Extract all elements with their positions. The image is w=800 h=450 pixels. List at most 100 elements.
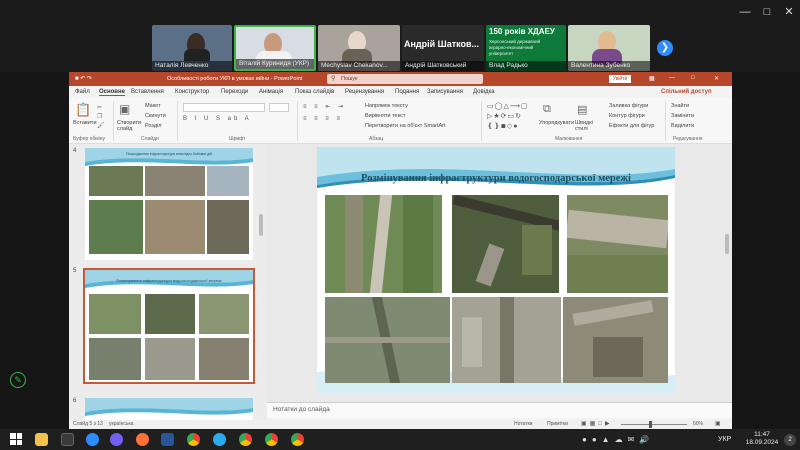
participant-tile-active-speaker[interactable]: Віталій Куринидя (УКР) — [234, 25, 316, 71]
slide-thumb-title: Пошкодження інфраструктури внаслідок бой… — [125, 152, 213, 156]
replace-button[interactable]: Замінити — [671, 113, 694, 119]
arrange-button[interactable]: Упорядкувати — [539, 120, 574, 126]
tab-review[interactable]: Рецензування — [345, 89, 384, 95]
photo-aerial-embankment[interactable] — [567, 195, 668, 293]
shapes-gallery[interactable]: ▭◯△⟶▢ ▷★⟳▭↻ ❴❵◾◇● — [487, 102, 539, 132]
autosave-icon[interactable]: ■ ↶ ↷ — [75, 75, 92, 82]
tray-icons[interactable]: ●●▲☁✉🔊 — [582, 435, 654, 444]
new-slide-icon[interactable]: ▣ — [119, 102, 130, 116]
photo-aerial-channel[interactable] — [452, 297, 561, 383]
word-icon[interactable] — [161, 433, 174, 446]
participant-tile[interactable]: Наталія Левченко — [152, 25, 232, 71]
select-button[interactable]: Виділити — [671, 123, 694, 129]
tab-insert[interactable]: Вставлення — [131, 89, 164, 95]
section-button[interactable]: Розділ — [145, 123, 161, 129]
paste-button[interactable]: Вставити — [73, 120, 97, 126]
notification-badge[interactable]: 2 — [784, 434, 796, 446]
close-icon[interactable]: ✕ — [714, 75, 719, 82]
photo-aerial-field[interactable] — [325, 297, 450, 383]
share-button[interactable]: Спільний доступ — [661, 89, 712, 95]
editor-scrollbar[interactable] — [725, 234, 729, 254]
notes-pane[interactable]: Нотатки до слайда — [267, 402, 732, 418]
minimize-icon[interactable]: — — [669, 75, 675, 81]
fit-slide-icon[interactable]: ▣ — [715, 420, 721, 427]
annotate-pencil-icon[interactable]: ✎ — [10, 372, 26, 388]
slide-thumbnail[interactable]: Пошкодження інфраструктури внаслідок бой… — [85, 148, 253, 260]
clipboard-tools-icon[interactable]: ✂ ❐ 🖌 — [97, 104, 105, 131]
tab-design[interactable]: Конструктор — [175, 89, 209, 95]
align-icons[interactable]: ≡ ≡ ≡ ≡ — [303, 116, 343, 122]
new-slide-button[interactable]: Створити слайд — [117, 120, 141, 132]
restore-icon[interactable]: □ — [691, 75, 695, 81]
notes-toggle-button[interactable]: Нотатки — [514, 421, 532, 427]
participant-tile[interactable]: Андрій Шатков... Андрій Шатковський — [402, 25, 484, 71]
next-participants-button[interactable]: ❯ — [657, 40, 673, 56]
minimize-icon[interactable]: — — [738, 6, 752, 18]
tab-view[interactable]: Подання — [395, 89, 419, 95]
reset-button[interactable]: Скинути — [145, 113, 166, 119]
app-icon[interactable] — [61, 433, 74, 446]
chrome-icon[interactable] — [291, 433, 304, 446]
paste-icon[interactable]: 📋 — [75, 102, 91, 118]
comments-toggle-button[interactable]: Примітки — [547, 421, 568, 427]
view-buttons-icon[interactable]: ▣▦□▶ — [581, 420, 613, 427]
slide-thumbnail-selected[interactable]: Розмінування інфраструктури водогосподар… — [83, 268, 255, 384]
language-status[interactable]: українська — [109, 421, 134, 427]
tab-transitions[interactable]: Переходи — [221, 89, 248, 95]
editing-group-label: Редагування — [673, 136, 703, 142]
align-text-button[interactable]: Вирівняти текст — [365, 113, 405, 119]
chrome-icon[interactable] — [187, 433, 200, 446]
file-explorer-icon[interactable] — [35, 433, 48, 446]
find-button[interactable]: Знайти — [671, 103, 689, 109]
slide-thumbnail[interactable] — [85, 398, 253, 420]
search-box[interactable]: ⚲ Пошук — [327, 74, 483, 84]
thumbnail-scrollbar[interactable] — [259, 214, 263, 236]
participant-tile-banner[interactable]: 150 років ХДАЕУ Херсонський державний аг… — [486, 25, 566, 71]
shape-fill-button[interactable]: Заливка фігури — [609, 103, 648, 109]
participant-tile[interactable]: Mechyslav Chekanov... — [318, 25, 400, 71]
font-size-select[interactable] — [269, 103, 289, 112]
quick-styles-button[interactable]: Швидкі стилі — [575, 120, 599, 132]
font-name-select[interactable] — [183, 103, 265, 112]
zoom-slider[interactable] — [621, 424, 687, 425]
drawing-group-label: Малювання — [555, 136, 583, 142]
photo-aerial-pipeline[interactable] — [452, 195, 559, 293]
firefox-icon[interactable] — [136, 433, 149, 446]
zoom-level[interactable]: 60% — [693, 421, 703, 427]
slide-title[interactable]: Розмінування інфраструктури водогосподар… — [317, 173, 675, 184]
meeting-top-bar — [0, 0, 800, 72]
photo-aerial-canal[interactable] — [325, 195, 442, 293]
smartart-button[interactable]: Перетворити на об'єкт SmartArt — [365, 123, 446, 129]
photo-damaged-structure[interactable] — [563, 297, 668, 383]
list-icons[interactable]: ≡ ≡ ⇤ ⇥ — [303, 103, 346, 110]
current-slide[interactable]: Розмінування інфраструктури водогосподар… — [317, 147, 675, 394]
layout-button[interactable]: Макет — [145, 103, 161, 109]
ribbon-display-icon[interactable]: ▦ — [649, 75, 655, 82]
keyboard-language[interactable]: УКР — [718, 436, 731, 443]
quick-styles-icon[interactable]: ▤ — [577, 103, 587, 116]
slide-number: 5 — [73, 268, 77, 274]
participant-tile[interactable]: Валентина Зубенко — [568, 25, 650, 71]
zoom-app-icon[interactable] — [86, 433, 99, 446]
sign-in-button[interactable]: Увійти — [609, 75, 631, 83]
shape-effects-button[interactable]: Ефекти для фігур — [609, 123, 654, 129]
tab-help[interactable]: Довідка — [473, 89, 495, 95]
arrange-icon[interactable]: ⧉ — [543, 103, 551, 116]
chrome-icon[interactable] — [265, 433, 278, 446]
telegram-icon[interactable] — [213, 433, 226, 446]
close-icon[interactable]: ✕ — [782, 6, 796, 18]
font-format-icons[interactable]: B I U S ab A — [183, 116, 252, 122]
restore-icon[interactable]: □ — [760, 6, 774, 18]
clock[interactable]: 11:47 18.09.2024 — [744, 431, 780, 447]
chrome-icon[interactable] — [239, 433, 252, 446]
tab-animations[interactable]: Анімація — [259, 89, 283, 95]
windows-start-icon[interactable] — [10, 433, 22, 445]
zoom-slider-thumb[interactable] — [649, 421, 652, 428]
tab-slideshow[interactable]: Показ слайдів — [295, 89, 334, 95]
viber-icon[interactable] — [110, 433, 123, 446]
tab-file[interactable]: Файл — [75, 89, 90, 95]
text-direction-button[interactable]: Напрямок тексту — [365, 103, 408, 109]
tab-recording[interactable]: Записування — [427, 89, 463, 95]
shape-outline-button[interactable]: Контур фігури — [609, 113, 645, 119]
tab-home[interactable]: Основне — [99, 89, 125, 96]
